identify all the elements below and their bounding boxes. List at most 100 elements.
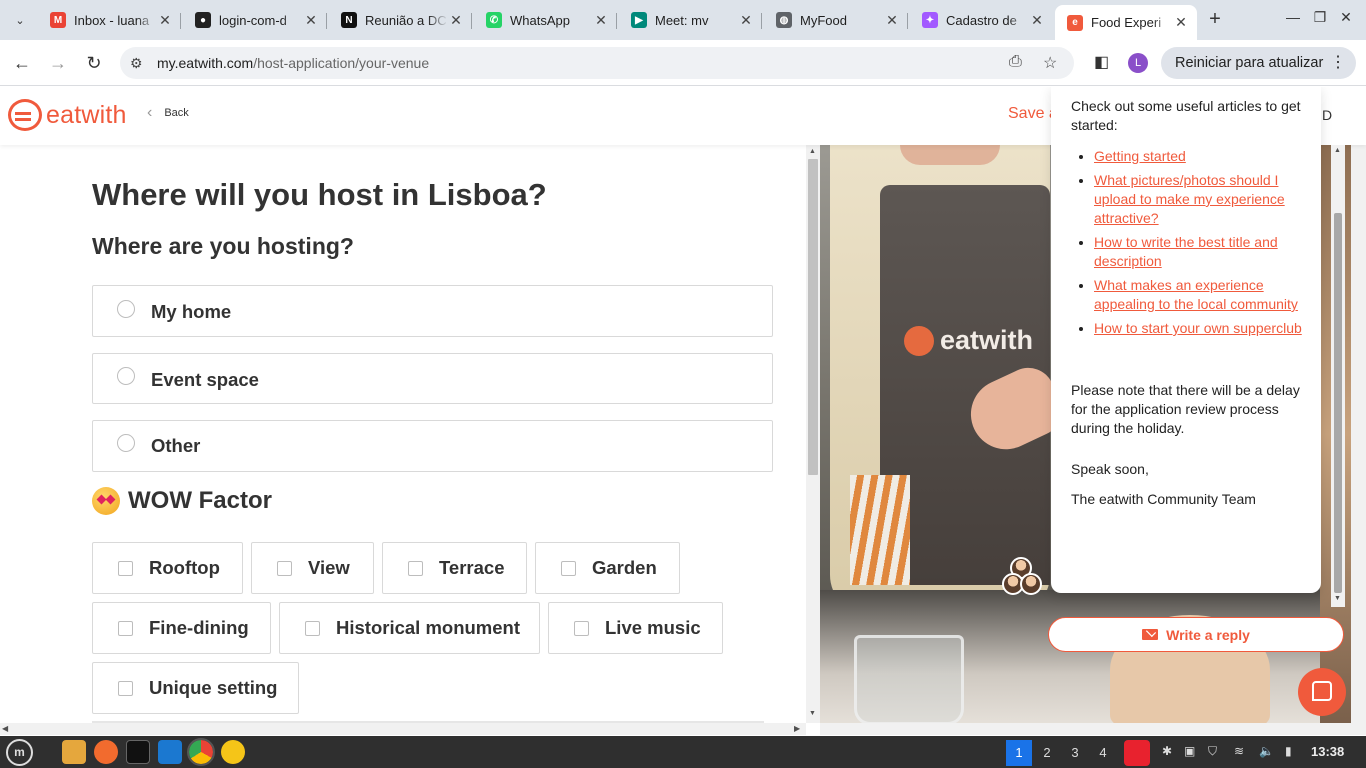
eatwith-logo[interactable]: eatwith (8, 99, 127, 131)
checkbox[interactable] (118, 681, 133, 696)
messenger-scrollbar-thumb[interactable] (1334, 213, 1342, 593)
chrome-icon[interactable] (187, 738, 215, 766)
close-icon[interactable]: ✕ (593, 12, 609, 29)
browser-tab[interactable]: M Inbox - luana ✕ (38, 5, 181, 35)
workspace-3[interactable]: 3 (1062, 740, 1088, 766)
close-window-button[interactable]: ✕ (1335, 9, 1357, 26)
scroll-down-arrow-icon[interactable]: ▼ (809, 710, 816, 717)
firefox-icon[interactable] (94, 740, 118, 764)
browser-tab[interactable]: ▶ Meet: mv ✕ (619, 5, 762, 35)
radio-button[interactable] (117, 367, 135, 385)
messenger-launcher-button[interactable] (1298, 668, 1346, 716)
address-bar[interactable]: ⚙ my.eatwith.com/host-application/your-v… (120, 47, 1074, 79)
battery-icon[interactable]: ▮ (1285, 744, 1292, 758)
close-icon[interactable]: ✕ (448, 12, 464, 29)
wow-option-unique-setting[interactable]: Unique setting (92, 662, 299, 714)
wow-option-garden[interactable]: Garden (535, 542, 680, 594)
close-icon[interactable]: ✕ (157, 12, 173, 29)
checkbox[interactable] (305, 621, 320, 636)
form-scrollbar[interactable]: ▲ ▼ (806, 145, 820, 723)
checkbox[interactable] (561, 561, 576, 576)
shield-icon[interactable]: ⛉ (1208, 744, 1217, 759)
scroll-left-arrow-icon[interactable]: ◀ (2, 724, 8, 733)
browser-tab[interactable]: ● login-com-d ✕ (183, 5, 327, 35)
article-link-getting-started[interactable]: Getting started (1094, 148, 1186, 164)
close-icon[interactable]: ✕ (303, 12, 319, 29)
header-right-text[interactable]: D (1322, 107, 1332, 123)
scroll-up-arrow-icon[interactable]: ▲ (809, 148, 816, 155)
maximize-button[interactable]: ❐ (1309, 9, 1331, 26)
bluetooth-icon[interactable]: ✱ (1162, 744, 1172, 758)
close-icon[interactable]: ✕ (1173, 14, 1189, 31)
workspace-2[interactable]: 2 (1034, 740, 1060, 766)
site-settings-icon[interactable]: ⚙ (130, 55, 143, 72)
kebab-menu-icon[interactable]: ⋮ (1330, 47, 1346, 79)
checkbox[interactable] (277, 561, 292, 576)
venue-option-event-space[interactable]: Event space (92, 353, 773, 404)
venue-option-my-home[interactable]: My home (92, 285, 773, 337)
page-scrollbar[interactable] (1351, 145, 1366, 735)
anydesk-icon[interactable] (1124, 740, 1150, 766)
back-nav-button[interactable]: ← (10, 51, 34, 75)
vscode-icon[interactable] (158, 740, 182, 764)
clipboard-icon[interactable]: ▣ (1184, 744, 1195, 758)
article-link-appealing[interactable]: What makes an experience appealing to th… (1094, 277, 1298, 312)
profile-avatar[interactable]: L (1128, 53, 1148, 73)
mint-menu-icon[interactable]: m (6, 739, 33, 766)
browser-tab[interactable]: e Food Experi ✕ (1055, 5, 1197, 40)
scroll-up-arrow-icon[interactable]: ▲ (1334, 147, 1341, 154)
bookmark-star-icon[interactable]: ☆ (1043, 53, 1057, 73)
tab-title: WhatsApp (510, 12, 570, 28)
clock[interactable]: 13:38 (1311, 744, 1344, 759)
reload-button[interactable]: ↻ (82, 51, 106, 75)
browser-tab[interactable]: ◍ MyFood ✕ (764, 5, 908, 35)
wow-option-live-music[interactable]: Live music (548, 602, 723, 654)
folder-icon[interactable] (62, 740, 86, 764)
browser-tab[interactable]: N Reunião a DC ✕ (329, 5, 472, 35)
messenger-scrollbar[interactable]: ▲ ▼ (1331, 145, 1345, 607)
page-horizontal-scrollbar[interactable] (820, 723, 1351, 735)
side-panel-icon[interactable]: ◧ (1094, 52, 1109, 72)
close-icon[interactable]: ✕ (884, 12, 900, 29)
workspace-4[interactable]: 4 (1090, 740, 1116, 766)
scroll-down-arrow-icon[interactable]: ▼ (1334, 595, 1341, 602)
scroll-right-arrow-icon[interactable]: ▶ (794, 724, 800, 733)
relaunch-update-button[interactable]: Reiniciar para atualizar ⋮ (1161, 47, 1356, 79)
article-link-title-description[interactable]: How to write the best title and descript… (1094, 234, 1278, 269)
checkbox[interactable] (574, 621, 589, 636)
back-link[interactable]: ‹ Back (147, 105, 189, 121)
wow-option-fine-dining[interactable]: Fine-dining (92, 602, 271, 654)
volume-icon[interactable]: 🔈 (1259, 744, 1274, 758)
new-tab-button[interactable]: + (1203, 8, 1227, 32)
minimize-button[interactable]: — (1282, 9, 1304, 25)
checkbox[interactable] (408, 561, 423, 576)
workspace-1[interactable]: 1 (1006, 740, 1032, 766)
browser-tab[interactable]: ✦ Cadastro de ✕ (910, 5, 1053, 35)
venue-option-other[interactable]: Other (92, 420, 773, 472)
article-link-supperclub[interactable]: How to start your own supperclub (1094, 320, 1302, 336)
wow-option-terrace[interactable]: Terrace (382, 542, 527, 594)
browser-tab[interactable]: ✆ WhatsApp ✕ (474, 5, 617, 35)
wifi-icon[interactable]: ≋ (1234, 744, 1244, 758)
close-icon[interactable]: ✕ (1029, 12, 1045, 29)
form-scrollbar-thumb[interactable] (808, 159, 818, 475)
wow-option-view[interactable]: View (251, 542, 374, 594)
close-icon[interactable]: ✕ (738, 12, 754, 29)
radio-button[interactable] (117, 434, 135, 452)
checkbox[interactable] (118, 561, 133, 576)
radio-button[interactable] (117, 300, 135, 318)
forward-nav-button[interactable]: → (46, 51, 70, 75)
article-link-photos[interactable]: What pictures/photos should I upload to … (1094, 172, 1285, 226)
wow-option-label: Historical monument (336, 617, 520, 638)
app-icon[interactable] (221, 740, 245, 764)
install-app-icon[interactable]: ⎙ (1009, 53, 1022, 71)
checkbox[interactable] (118, 621, 133, 636)
form-horizontal-scrollbar[interactable]: ◀ ▶ (0, 723, 806, 735)
tab-search-button[interactable]: ⌄ (8, 8, 32, 32)
meet-icon: ▶ (631, 12, 647, 28)
tab-title: Reunião a DC (365, 12, 447, 28)
terminal-icon[interactable] (126, 740, 150, 764)
write-reply-button[interactable]: Write a reply (1048, 617, 1344, 652)
wow-option-rooftop[interactable]: Rooftop (92, 542, 243, 594)
wow-option-historical-monument[interactable]: Historical monument (279, 602, 540, 654)
